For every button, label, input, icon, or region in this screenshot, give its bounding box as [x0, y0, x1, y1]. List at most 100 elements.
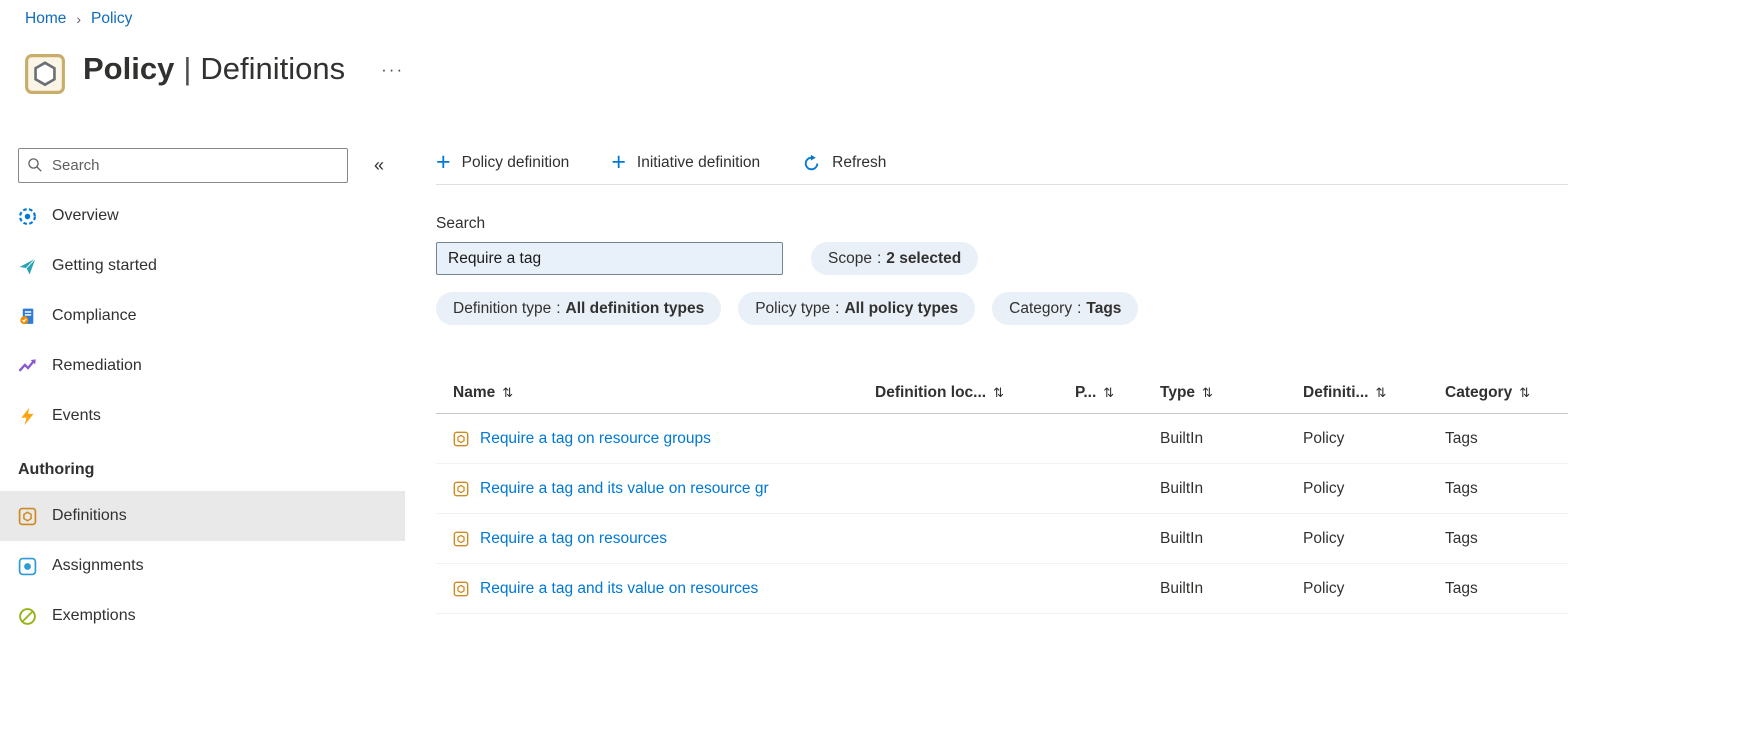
breadcrumb: Home › Policy	[25, 10, 132, 28]
getting-started-icon	[18, 257, 37, 276]
column-label: Name	[453, 384, 496, 401]
breadcrumb-separator-icon: ›	[76, 11, 82, 27]
column-header-category[interactable]: Category ⇅	[1445, 384, 1568, 402]
breadcrumb-link-policy[interactable]: Policy	[91, 10, 132, 28]
sidebar-search-box	[18, 148, 348, 183]
filter-row-primary: Scope : 2 selected	[436, 242, 1568, 275]
cell-definition-type: Policy	[1303, 529, 1345, 547]
assignments-icon	[18, 557, 37, 576]
column-label: P...	[1075, 384, 1097, 401]
column-header-type[interactable]: Type ⇅	[1160, 384, 1303, 402]
sort-icon: ⇅	[502, 385, 514, 400]
definition-search-input[interactable]	[436, 242, 783, 275]
sort-icon: ⇅	[993, 385, 1004, 400]
column-header-name[interactable]: Name ⇅	[453, 384, 875, 402]
main-content: + Policy definition + Initiative definit…	[436, 142, 1568, 743]
sort-icon: ⇅	[1202, 385, 1213, 400]
exemptions-icon	[18, 607, 37, 626]
compliance-icon	[18, 307, 37, 326]
plus-icon: +	[611, 147, 626, 176]
table-row: Require a tag and its value on resources…	[436, 564, 1568, 614]
definition-name-link[interactable]: Require a tag on resources	[480, 530, 667, 548]
column-label: Definiti...	[1303, 384, 1369, 401]
sort-icon: ⇅	[1375, 385, 1387, 400]
sidebar-item-exemptions[interactable]: Exemptions	[0, 591, 405, 641]
refresh-button[interactable]: Refresh	[802, 154, 886, 173]
definition-name-link[interactable]: Require a tag and its value on resource …	[480, 480, 769, 498]
cell-category: Tags	[1445, 429, 1478, 447]
refresh-icon	[802, 154, 821, 173]
filter-pill-category[interactable]: Category : Tags	[992, 292, 1139, 325]
sort-icon: ⇅	[1103, 385, 1115, 400]
overview-icon	[18, 207, 37, 226]
policy-definition-icon	[453, 481, 469, 497]
filter-pill-definition-type[interactable]: Definition type : All definition types	[436, 292, 722, 325]
cell-definition-type: Policy	[1303, 429, 1345, 447]
toolbar-button-label: Policy definition	[461, 154, 570, 171]
sidebar-item-remediation[interactable]: Remediation	[0, 341, 405, 391]
table-header-row: Name ⇅ Definition loc... ⇅ P... ⇅ Type ⇅…	[436, 373, 1568, 414]
filter-pill-scope[interactable]: Scope : 2 selected	[811, 242, 979, 275]
sidebar-item-label: Compliance	[52, 307, 137, 324]
sidebar-item-events[interactable]: Events	[0, 391, 405, 441]
cell-type: BuiltIn	[1160, 429, 1204, 447]
pill-value: Tags	[1086, 299, 1122, 317]
filter-pill-policy-type[interactable]: Policy type : All policy types	[738, 292, 976, 325]
column-label: Type	[1160, 384, 1196, 401]
table-row: Require a tag on resource groups BuiltIn…	[436, 414, 1568, 464]
search-label: Search	[436, 215, 486, 232]
sidebar-item-label: Remediation	[52, 357, 142, 374]
search-icon	[28, 158, 42, 172]
filter-row-secondary: Definition type : All definition types P…	[436, 292, 1568, 325]
policy-definition-button[interactable]: + Policy definition	[436, 147, 570, 176]
cell-name: Require a tag on resources	[453, 530, 875, 548]
cell-category: Tags	[1445, 529, 1478, 547]
pill-value: All policy types	[844, 299, 959, 317]
toolbar-button-label: Refresh	[832, 154, 887, 171]
pill-name: Policy type	[755, 299, 831, 317]
definitions-icon	[18, 507, 37, 526]
sidebar: « Overview Getting	[0, 142, 420, 743]
sidebar-item-definitions[interactable]: Definitions	[0, 491, 405, 541]
column-header-definition-type[interactable]: Definiti... ⇅	[1303, 384, 1445, 402]
pill-name: Category	[1009, 299, 1073, 317]
policy-definitions-page: Home › Policy Policy | Definitions ··· S…	[0, 0, 1742, 743]
remediation-icon	[18, 357, 37, 376]
cell-definition-type: Policy	[1303, 579, 1345, 597]
column-header-policies[interactable]: P... ⇅	[1075, 384, 1160, 402]
sidebar-item-label: Definitions	[52, 507, 127, 524]
table-row: Require a tag on resources BuiltIn Polic…	[436, 514, 1568, 564]
page-title-primary: Policy	[83, 51, 175, 86]
plus-icon: +	[436, 147, 451, 176]
pill-separator: :	[556, 299, 561, 317]
policy-definition-icon	[453, 581, 469, 597]
breadcrumb-link-home[interactable]: Home	[25, 10, 66, 28]
column-header-definition-location[interactable]: Definition loc... ⇅	[875, 384, 1075, 402]
definition-name-link[interactable]: Require a tag and its value on resources	[480, 580, 758, 598]
page-title-separator: |	[183, 51, 192, 86]
pill-value: 2 selected	[886, 249, 962, 267]
sidebar-item-label: Getting started	[52, 257, 157, 274]
pill-separator: :	[876, 249, 882, 267]
definition-name-link[interactable]: Require a tag on resource groups	[480, 430, 711, 448]
column-label: Definition loc...	[875, 384, 987, 401]
sidebar-item-getting-started[interactable]: Getting started	[0, 241, 405, 291]
sidebar-item-overview[interactable]: Overview	[0, 191, 405, 241]
collapse-sidebar-button[interactable]: «	[370, 155, 388, 176]
page-title-secondary: Definitions	[200, 51, 346, 86]
sort-icon: ⇅	[1519, 385, 1531, 400]
definitions-table: Name ⇅ Definition loc... ⇅ P... ⇅ Type ⇅…	[436, 373, 1568, 614]
pill-name: Definition type	[453, 299, 552, 317]
sidebar-search-input[interactable]	[18, 148, 348, 183]
sidebar-section-authoring: Authoring	[18, 461, 95, 478]
table-row: Require a tag and its value on resource …	[436, 464, 1568, 514]
initiative-definition-button[interactable]: + Initiative definition	[611, 147, 760, 176]
more-button[interactable]: ···	[375, 59, 410, 81]
cell-type: BuiltIn	[1160, 529, 1204, 547]
pill-separator: :	[1077, 299, 1082, 317]
cell-name: Require a tag on resource groups	[453, 430, 875, 448]
sidebar-item-assignments[interactable]: Assignments	[0, 541, 405, 591]
sidebar-item-compliance[interactable]: Compliance	[0, 291, 405, 341]
cell-name: Require a tag and its value on resource …	[453, 480, 875, 498]
sidebar-item-label: Exemptions	[52, 607, 136, 624]
